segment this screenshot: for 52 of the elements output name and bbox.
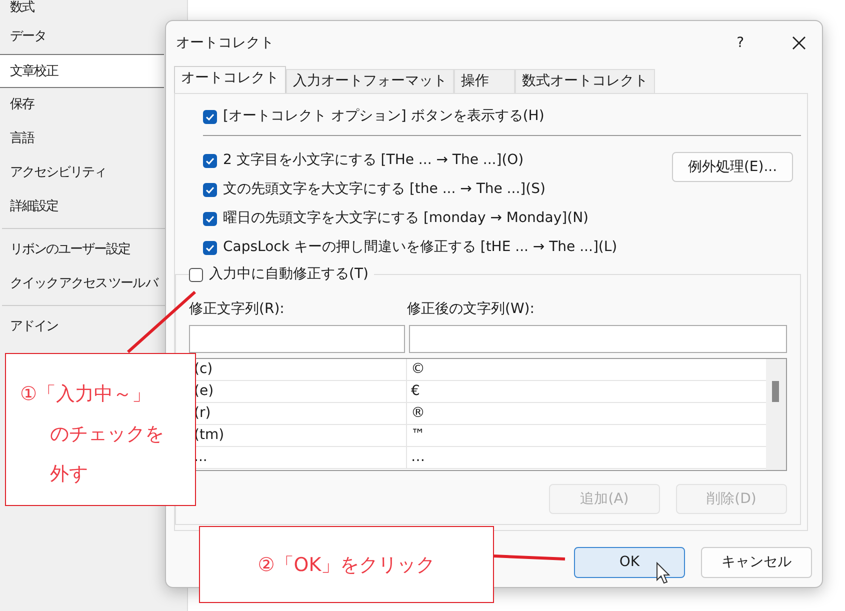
- sidebar-item[interactable]: 文章校正: [0, 54, 164, 88]
- sidebar-item[interactable]: データ: [0, 20, 164, 54]
- exceptions-button[interactable]: 例外処理(E)...: [672, 152, 793, 182]
- checkbox[interactable]: [189, 268, 203, 282]
- table-cell-text: …: [410, 448, 426, 467]
- sidebar-item[interactable]: アドイン: [0, 310, 164, 344]
- checkbox[interactable]: [203, 110, 217, 124]
- callout-text: ①「入力中～」: [20, 382, 152, 407]
- cancel-button[interactable]: キャンセル: [701, 547, 812, 578]
- checkbox-label: 2 文字目を小文字にする [THe ... → The ...](O): [223, 151, 524, 170]
- checkbox-label: 文の先頭文字を大文字にする [the ... → The ...](S): [223, 180, 546, 199]
- sidebar-item[interactable]: 詳細設定: [0, 190, 164, 224]
- callout-text: 外す: [49, 462, 89, 487]
- table-cell-text: ®: [410, 404, 426, 423]
- checkbox-label: 入力中に自動修正する(T): [209, 265, 368, 284]
- checkbox-label: CapsLock キーの押し間違いを修正する [tHE ... → The ...](L): [223, 238, 618, 257]
- table-cell-text: ©: [410, 360, 426, 379]
- close-icon[interactable]: [792, 36, 806, 50]
- sidebar-item[interactable]: リボンのユーザー設定: [0, 233, 164, 267]
- tab[interactable]: オートコレクト: [174, 66, 286, 93]
- field-label: 修正後の文字列(W):: [407, 300, 534, 319]
- check-icon: [205, 214, 215, 224]
- field-label: 修正文字列(R):: [189, 300, 286, 319]
- callout-text: のチェックを: [49, 422, 165, 447]
- cursor-icon: [656, 562, 670, 584]
- checkbox-label: [オートコレクト オプション] ボタンを表示する(H): [223, 107, 544, 126]
- checkbox[interactable]: [203, 240, 217, 254]
- tab[interactable]: 操作: [454, 69, 515, 93]
- tab[interactable]: 数式オートコレクト: [515, 69, 655, 93]
- input-field[interactable]: [189, 325, 405, 353]
- scroll-bar[interactable]: [766, 359, 786, 470]
- table-cell-text: ™: [410, 426, 426, 445]
- tab[interactable]: 入力オートフォーマット: [286, 69, 454, 93]
- help-button[interactable]: ?: [736, 32, 744, 54]
- ok-button[interactable]: OK: [574, 547, 685, 578]
- sidebar-item[interactable]: 保存: [0, 88, 164, 122]
- sidebar-item[interactable]: 言語: [0, 122, 164, 156]
- checkbox[interactable]: [203, 154, 217, 168]
- sidebar-item[interactable]: 数式: [0, 0, 164, 20]
- check-icon: [205, 112, 215, 122]
- input-field[interactable]: [409, 325, 787, 353]
- check-icon: [205, 184, 215, 194]
- sidebar-item[interactable]: クイック アクセス ツール バ: [0, 267, 164, 301]
- table-cell-text: €: [410, 382, 421, 401]
- check-icon: [205, 156, 215, 166]
- check-icon: [205, 242, 215, 252]
- sidebar-item[interactable]: アクセシビリティ: [0, 156, 164, 190]
- window-title: オートコレクト: [176, 34, 274, 52]
- callout-text: ②「OK」をクリック: [258, 552, 436, 578]
- checkbox[interactable]: [203, 212, 217, 226]
- checkbox-label: 曜日の先頭文字を大文字にする [monday → Monday](N): [223, 209, 588, 228]
- checkbox[interactable]: [203, 182, 217, 196]
